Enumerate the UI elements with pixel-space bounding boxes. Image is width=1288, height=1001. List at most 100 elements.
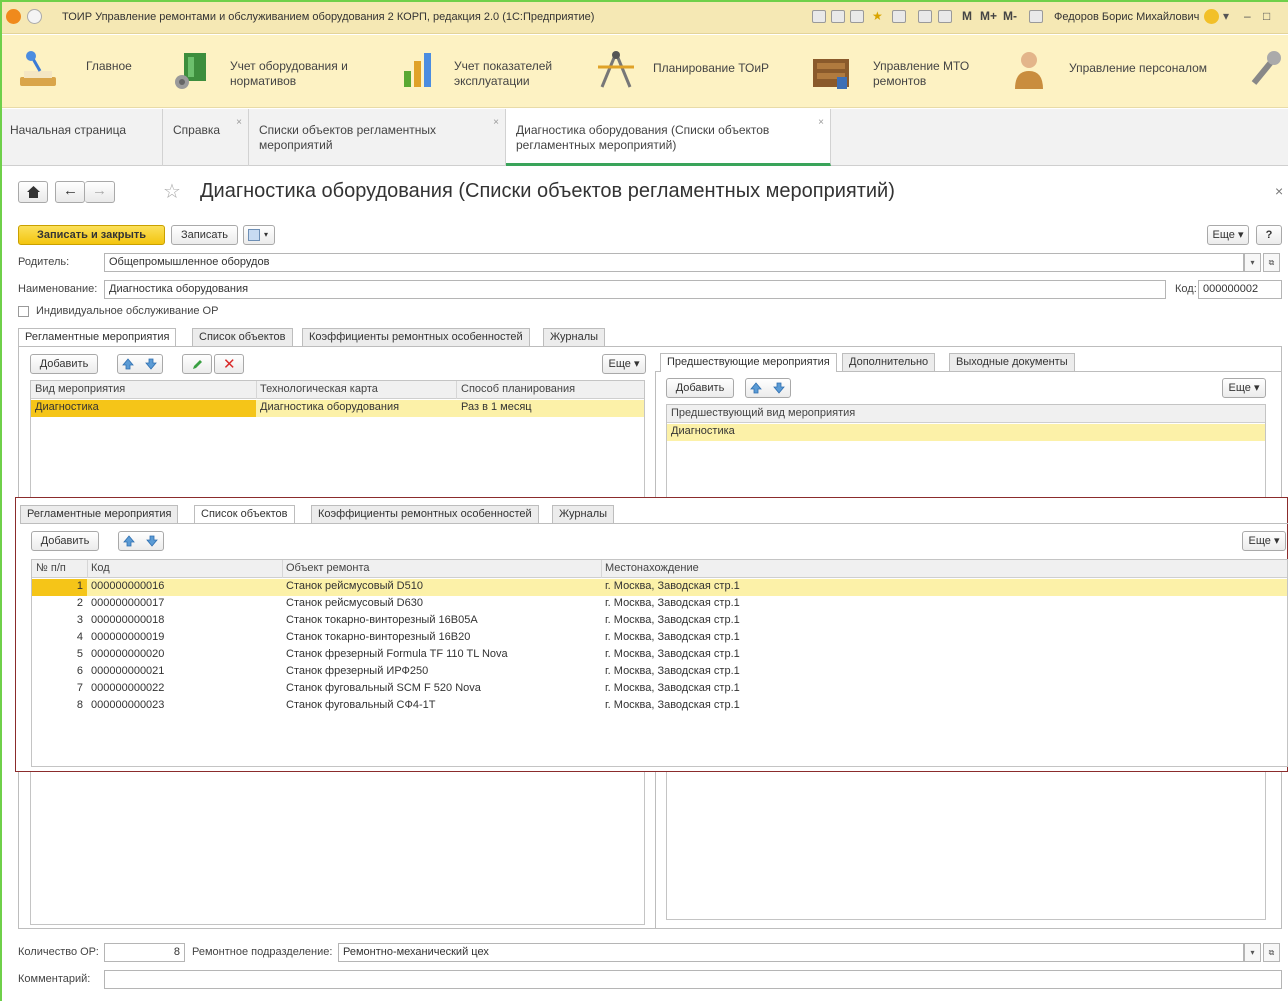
tab-additional[interactable]: Дополнительно xyxy=(842,353,936,371)
memory-mplus-button[interactable]: M+ xyxy=(980,9,997,23)
column-header[interactable]: Код xyxy=(91,562,110,574)
table-row[interactable]: 8 000000000023 Станок фуговальный СФ4-1Т г.… xyxy=(32,698,1287,715)
parent-dropdown-button[interactable]: ▾ xyxy=(1244,253,1261,272)
maximize-icon[interactable]: □ xyxy=(1263,9,1270,23)
section-mto[interactable]: Управление МТО ремонтов xyxy=(805,35,1005,108)
memory-m-button[interactable]: M xyxy=(962,9,972,23)
star-icon[interactable]: ☆ xyxy=(163,179,181,204)
table-row[interactable]: 7 000000000022 Станок фуговальный SCM F 52… xyxy=(32,681,1287,698)
dept-field[interactable]: Ремонтно-механический цех xyxy=(338,943,1244,962)
printer-icon[interactable] xyxy=(831,10,845,23)
add-preceding-button[interactable]: Добавить xyxy=(666,378,734,398)
print-icon[interactable] xyxy=(812,10,826,23)
table-row[interactable]: 1 000000000016 Станок рейсмусовый D510 г. М… xyxy=(32,579,1287,596)
table-row[interactable]: 3 000000000018 Станок токарно-винторезный … xyxy=(32,613,1287,630)
individual-checkbox[interactable] xyxy=(18,306,29,317)
arrow-up-icon[interactable] xyxy=(750,382,762,394)
column-header[interactable]: Объект ремонта xyxy=(286,562,370,574)
tab-help[interactable]: Справка × xyxy=(163,109,249,166)
section-planning[interactable]: Планирование ТОиР xyxy=(590,35,790,108)
tab-object-list[interactable]: Список объектов xyxy=(192,328,293,346)
close-icon[interactable]: × xyxy=(818,115,824,130)
save-and-close-button[interactable]: Записать и закрыть xyxy=(18,225,165,245)
panel-toggle-icon[interactable] xyxy=(1029,10,1043,23)
close-icon[interactable]: × xyxy=(493,115,499,130)
tab-diagnostics[interactable]: Диагностика оборудования (Списки объекто… xyxy=(506,109,831,166)
tab-journals[interactable]: Журналы xyxy=(543,328,606,346)
calendar-icon[interactable] xyxy=(938,10,952,23)
objects-more-button[interactable]: Еще ▾ xyxy=(1242,531,1286,551)
tab-home[interactable]: Начальная страница xyxy=(0,109,163,166)
table-row[interactable]: 5 000000000020 Станок фрезерный Formula TF… xyxy=(32,647,1287,664)
arrow-up-icon[interactable] xyxy=(123,535,135,547)
close-form-icon[interactable]: × xyxy=(1275,183,1283,199)
current-user[interactable]: Федоров Борис Михайлович xyxy=(1054,11,1199,23)
arrow-up-icon[interactable] xyxy=(122,358,134,370)
chevron-down-icon[interactable]: ▾ xyxy=(1223,9,1229,23)
name-field[interactable]: Диагностика оборудования xyxy=(104,280,1166,299)
section-main[interactable]: Главное xyxy=(0,35,150,108)
preceding-event-cell: Диагностика xyxy=(671,425,735,437)
preview-icon[interactable] xyxy=(850,10,864,23)
arrow-down-icon[interactable] xyxy=(145,358,157,370)
tab-object-list[interactable]: Список объектов xyxy=(194,505,295,524)
column-header[interactable]: Вид мероприятия xyxy=(35,383,125,395)
main-menu-icon[interactable] xyxy=(27,9,42,24)
table-row[interactable]: Диагностика xyxy=(667,424,1265,441)
minimize-icon[interactable]: – xyxy=(1244,9,1251,23)
tab-journals[interactable]: Журналы xyxy=(552,505,615,523)
right-more-button[interactable]: Еще ▾ xyxy=(1222,378,1266,398)
left-more-button[interactable]: Еще ▾ xyxy=(602,354,646,374)
bookmark-icon[interactable] xyxy=(892,10,906,23)
table-row[interactable]: 2 000000000017 Станок рейсмусовый D630 г. М… xyxy=(32,596,1287,613)
code-cell: 000000000021 xyxy=(91,665,165,677)
column-header[interactable]: Способ планирования xyxy=(461,383,575,395)
memory-mminus-button[interactable]: M- xyxy=(1003,9,1017,23)
dept-open-button[interactable]: ⧉ xyxy=(1263,943,1280,962)
tab-object-lists[interactable]: Списки объектов регламентных мероприятий… xyxy=(249,109,506,166)
section-equipment[interactable]: Учет оборудования и нормативов xyxy=(160,35,370,108)
table-row[interactable]: 6 000000000021 Станок фрезерный ИРФ250 г. М… xyxy=(32,664,1287,681)
table-row[interactable]: Диагностика Диагностика оборудования Раз… xyxy=(31,400,644,417)
arrow-down-icon[interactable] xyxy=(773,382,785,394)
tech-card-cell: Диагностика оборудования xyxy=(260,401,400,413)
delete-button[interactable]: ✕ xyxy=(214,354,244,374)
forward-button[interactable]: → xyxy=(85,181,115,203)
help-button[interactable]: ? xyxy=(1256,225,1282,245)
tab-repair-coefficients[interactable]: Коэффициенты ремонтных особенностей xyxy=(311,505,539,523)
info-icon[interactable] xyxy=(1204,9,1219,24)
tab-preceding-events[interactable]: Предшествующие мероприятия xyxy=(660,353,837,372)
tab-scheduled-events[interactable]: Регламентные мероприятия xyxy=(18,328,177,347)
column-header[interactable]: Технологическая карта xyxy=(260,383,378,395)
tab-scheduled-events[interactable]: Регламентные мероприятия xyxy=(20,505,179,523)
add-object-button[interactable]: Добавить xyxy=(31,531,99,551)
more-button[interactable]: Еще ▾ xyxy=(1207,225,1249,245)
parent-field[interactable]: Общепромышленное оборудов xyxy=(104,253,1244,272)
home-button[interactable] xyxy=(18,181,48,203)
comment-field[interactable] xyxy=(104,970,1282,989)
wrench-icon[interactable] xyxy=(1248,49,1284,91)
print-menu-button[interactable]: ▾ xyxy=(243,225,275,245)
calculator-icon[interactable] xyxy=(918,10,932,23)
favorites-icon[interactable]: ★ xyxy=(872,9,883,23)
column-header[interactable]: № п/п xyxy=(36,562,66,574)
arrow-down-icon[interactable] xyxy=(146,535,158,547)
section-metrics[interactable]: Учет показателей эксплуатации xyxy=(390,35,580,108)
tab-repair-coefficients[interactable]: Коэффициенты ремонтных особенностей xyxy=(302,328,530,346)
parent-open-button[interactable]: ⧉ xyxy=(1263,253,1280,272)
table-row[interactable]: 4 000000000019 Станок токарно-винторезный … xyxy=(32,630,1287,647)
column-header[interactable]: Предшествующий вид мероприятия xyxy=(671,407,855,419)
close-icon[interactable]: × xyxy=(236,115,242,130)
code-field[interactable]: 000000002 xyxy=(1198,280,1282,299)
section-personnel[interactable]: Управление персоналом xyxy=(1003,35,1213,108)
dept-dropdown-button[interactable]: ▾ xyxy=(1244,943,1261,962)
tab-output-documents[interactable]: Выходные документы xyxy=(949,353,1075,371)
add-event-button[interactable]: Добавить xyxy=(30,354,98,374)
column-header[interactable]: Местонахождение xyxy=(605,562,699,574)
code-cell: 000000000016 xyxy=(91,580,165,592)
save-button[interactable]: Записать xyxy=(171,225,238,245)
edit-button[interactable] xyxy=(182,354,212,374)
back-button[interactable]: ← xyxy=(55,181,85,203)
section-label: Управление МТО ремонтов xyxy=(873,59,970,88)
count-field[interactable]: 8 xyxy=(104,943,185,962)
